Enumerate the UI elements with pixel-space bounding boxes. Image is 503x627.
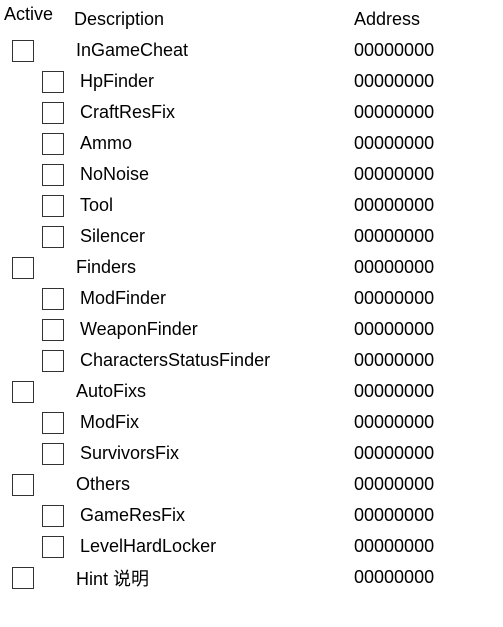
active-cell (4, 531, 74, 562)
description-cell[interactable]: GameResFix (74, 505, 354, 526)
table-row[interactable]: AutoFixs00000000 (4, 376, 499, 407)
active-cell (4, 345, 74, 376)
active-checkbox[interactable] (12, 40, 34, 62)
table-row[interactable]: LevelHardLocker00000000 (4, 531, 499, 562)
description-cell[interactable]: ModFix (74, 412, 354, 433)
description-cell[interactable]: AutoFixs (74, 381, 354, 402)
header-active[interactable]: Active (4, 4, 74, 35)
address-cell[interactable]: 00000000 (354, 133, 474, 154)
active-cell (4, 376, 74, 407)
active-cell (4, 221, 74, 252)
table-row[interactable]: HpFinder00000000 (4, 66, 499, 97)
active-cell (4, 314, 74, 345)
active-cell (4, 66, 74, 97)
active-cell (4, 35, 74, 66)
active-cell (4, 252, 74, 283)
description-cell[interactable]: Finders (74, 257, 354, 278)
table-row[interactable]: Others00000000 (4, 469, 499, 500)
active-checkbox[interactable] (42, 412, 64, 434)
description-cell[interactable]: Ammo (74, 133, 354, 154)
active-cell (4, 407, 74, 438)
active-checkbox[interactable] (42, 226, 64, 248)
address-cell[interactable]: 00000000 (354, 412, 474, 433)
active-checkbox[interactable] (12, 381, 34, 403)
description-cell[interactable]: Tool (74, 195, 354, 216)
address-cell[interactable]: 00000000 (354, 319, 474, 340)
description-cell[interactable]: ModFinder (74, 288, 354, 309)
cheat-table: Active Description Address InGameCheat00… (4, 4, 499, 593)
header-description[interactable]: Description (74, 9, 354, 30)
address-cell[interactable]: 00000000 (354, 567, 474, 588)
address-cell[interactable]: 00000000 (354, 164, 474, 185)
table-row[interactable]: CraftResFix00000000 (4, 97, 499, 128)
address-cell[interactable]: 00000000 (354, 443, 474, 464)
active-checkbox[interactable] (42, 443, 64, 465)
table-row[interactable]: Hint 说明00000000 (4, 562, 499, 593)
active-cell (4, 283, 74, 314)
table-row[interactable]: NoNoise00000000 (4, 159, 499, 190)
active-cell (4, 438, 74, 469)
description-cell[interactable]: Others (74, 474, 354, 495)
table-row[interactable]: Ammo00000000 (4, 128, 499, 159)
description-cell[interactable]: Silencer (74, 226, 354, 247)
description-cell[interactable]: SurvivorsFix (74, 443, 354, 464)
table-row[interactable]: ModFix00000000 (4, 407, 499, 438)
address-cell[interactable]: 00000000 (354, 226, 474, 247)
address-cell[interactable]: 00000000 (354, 288, 474, 309)
active-cell (4, 500, 74, 531)
description-cell[interactable]: CraftResFix (74, 102, 354, 123)
description-cell[interactable]: Hint 说明 (74, 565, 354, 591)
address-cell[interactable]: 00000000 (354, 102, 474, 123)
active-checkbox[interactable] (12, 474, 34, 496)
active-cell (4, 562, 74, 593)
active-checkbox[interactable] (42, 288, 64, 310)
address-cell[interactable]: 00000000 (354, 505, 474, 526)
table-row[interactable]: GameResFix00000000 (4, 500, 499, 531)
description-cell[interactable]: CharactersStatusFinder (74, 350, 354, 371)
active-cell (4, 128, 74, 159)
table-row[interactable]: SurvivorsFix00000000 (4, 438, 499, 469)
table-header: Active Description Address (4, 4, 499, 35)
active-checkbox[interactable] (42, 505, 64, 527)
active-checkbox[interactable] (12, 567, 34, 589)
description-cell[interactable]: NoNoise (74, 164, 354, 185)
address-cell[interactable]: 00000000 (354, 350, 474, 371)
address-cell[interactable]: 00000000 (354, 474, 474, 495)
address-cell[interactable]: 00000000 (354, 536, 474, 557)
address-cell[interactable]: 00000000 (354, 40, 474, 61)
table-row[interactable]: ModFinder00000000 (4, 283, 499, 314)
address-cell[interactable]: 00000000 (354, 257, 474, 278)
active-checkbox[interactable] (42, 71, 64, 93)
active-checkbox[interactable] (42, 164, 64, 186)
active-checkbox[interactable] (12, 257, 34, 279)
address-cell[interactable]: 00000000 (354, 195, 474, 216)
address-cell[interactable]: 00000000 (354, 71, 474, 92)
table-row[interactable]: Silencer00000000 (4, 221, 499, 252)
active-cell (4, 190, 74, 221)
active-checkbox[interactable] (42, 319, 64, 341)
active-checkbox[interactable] (42, 133, 64, 155)
table-body: InGameCheat00000000HpFinder00000000Craft… (4, 35, 499, 593)
header-address[interactable]: Address (354, 9, 474, 30)
description-cell[interactable]: WeaponFinder (74, 319, 354, 340)
table-row[interactable]: CharactersStatusFinder00000000 (4, 345, 499, 376)
active-checkbox[interactable] (42, 350, 64, 372)
active-cell (4, 97, 74, 128)
active-cell (4, 159, 74, 190)
active-checkbox[interactable] (42, 195, 64, 217)
table-row[interactable]: WeaponFinder00000000 (4, 314, 499, 345)
active-cell (4, 469, 74, 500)
description-cell[interactable]: HpFinder (74, 71, 354, 92)
table-row[interactable]: InGameCheat00000000 (4, 35, 499, 66)
description-cell[interactable]: InGameCheat (74, 40, 354, 61)
table-row[interactable]: Tool00000000 (4, 190, 499, 221)
address-cell[interactable]: 00000000 (354, 381, 474, 402)
active-checkbox[interactable] (42, 102, 64, 124)
active-checkbox[interactable] (42, 536, 64, 558)
description-cell[interactable]: LevelHardLocker (74, 536, 354, 557)
table-row[interactable]: Finders00000000 (4, 252, 499, 283)
